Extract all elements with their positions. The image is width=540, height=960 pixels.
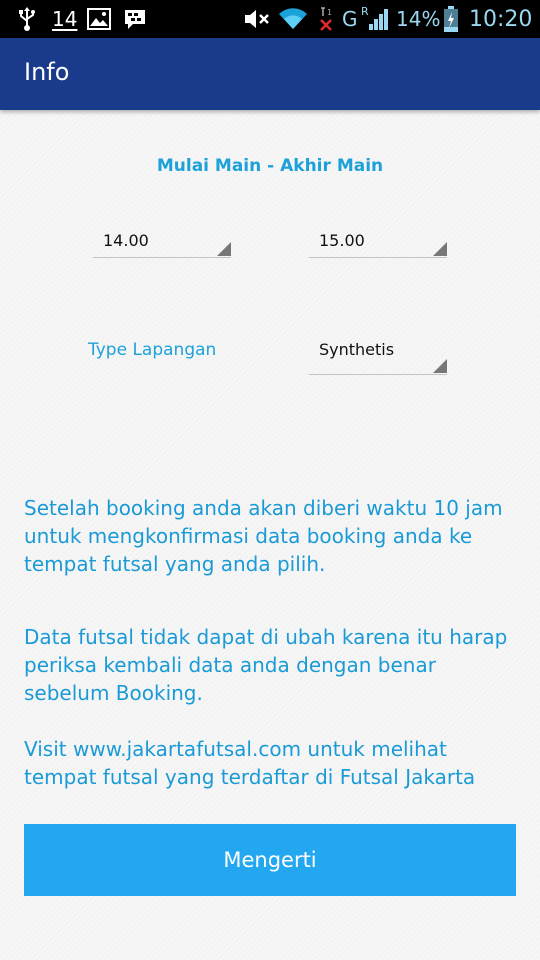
- network-type: G: [342, 7, 358, 31]
- spinner-arrow-icon: [217, 242, 231, 256]
- page-title: Info: [24, 58, 70, 86]
- start-time-value: 14.00: [103, 231, 149, 250]
- wifi-icon: [278, 0, 308, 38]
- notification-count: 14: [52, 7, 78, 31]
- status-bar: 14 1 G R 14% 10:20: [0, 0, 540, 38]
- image-icon: [87, 0, 111, 38]
- understand-button[interactable]: Mengerti: [24, 824, 516, 896]
- usb-icon: [18, 0, 36, 38]
- mute-icon: [244, 0, 270, 38]
- svg-text:1: 1: [327, 8, 332, 17]
- battery-percentage: 14%: [396, 7, 441, 31]
- end-time-value: 15.00: [319, 231, 365, 250]
- spinner-arrow-icon: [433, 242, 447, 256]
- app-bar: Info: [0, 38, 540, 110]
- edit-warning: Data futsal tidak dapat di ubah karena i…: [24, 625, 508, 705]
- battery-icon: [444, 0, 458, 38]
- confirmation-notice: Setelah booking anda akan diberi waktu 1…: [24, 496, 503, 576]
- website-info: Visit www.jakartafutsal.com untuk meliha…: [24, 737, 476, 789]
- field-type-label: Type Lapangan: [88, 340, 217, 360]
- status-time: 10:20: [469, 6, 533, 32]
- field-type-value: Synthetis: [319, 340, 395, 359]
- bbm-icon: [123, 0, 147, 38]
- time-range-header: Mulai Main - Akhir Main: [156, 156, 384, 176]
- spinner-arrow-icon: [433, 359, 447, 373]
- signal-icon: [368, 0, 390, 38]
- no-sim-icon: 1: [316, 0, 338, 38]
- end-time-spinner[interactable]: 15.00: [309, 228, 447, 258]
- field-type-spinner[interactable]: Synthetis: [309, 337, 447, 375]
- start-time-spinner[interactable]: 14.00: [93, 228, 231, 258]
